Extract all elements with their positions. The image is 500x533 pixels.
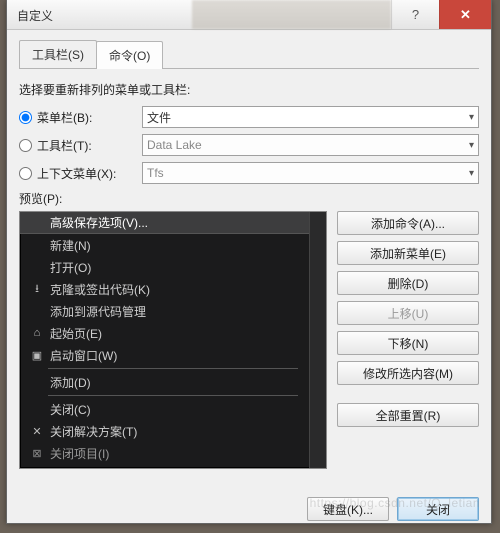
scrollbar[interactable] bbox=[309, 212, 326, 468]
titlebar: 自定义 ? ✕ bbox=[7, 0, 491, 30]
context-combo[interactable]: Tfs ▾ bbox=[142, 162, 479, 184]
chevron-down-icon: ▾ bbox=[469, 140, 474, 151]
titlebar-blur bbox=[192, 0, 391, 29]
list-item-label: 新建(N) bbox=[48, 237, 314, 254]
list-item[interactable]: ✕关闭解决方案(T) bbox=[20, 420, 326, 442]
xs-icon: ⊠ bbox=[26, 447, 48, 460]
preview-area: 高级保存选项(V)... 新建(N)▸打开(O)▸⭳克隆或签出代码(K)添加到源… bbox=[19, 211, 479, 469]
list-item[interactable]: ⊠关闭项目(I) bbox=[20, 442, 326, 464]
close-button[interactable]: 关闭 bbox=[397, 497, 479, 521]
list-item[interactable]: ⌂起始页(E) bbox=[20, 322, 326, 344]
tab-toolbars[interactable]: 工具栏(S) bbox=[19, 40, 97, 68]
list-item-label: 添加到源代码管理 bbox=[48, 303, 320, 320]
keyboard-button[interactable]: 键盘(K)... bbox=[307, 497, 389, 521]
list-item-label: 克隆或签出代码(K) bbox=[48, 281, 320, 298]
context-combo-value: Tfs bbox=[147, 166, 164, 180]
help-button[interactable]: ? bbox=[391, 0, 439, 29]
move-up-button[interactable]: 上移(U) bbox=[337, 301, 479, 325]
add-command-button[interactable]: 添加命令(A)... bbox=[337, 211, 479, 235]
footer: 键盘(K)... 关闭 bbox=[19, 479, 479, 521]
menubar-combo[interactable]: 文件 ▾ bbox=[142, 106, 479, 128]
home-icon: ⌂ bbox=[26, 327, 48, 339]
list-item[interactable]: 打开(O)▸ bbox=[20, 256, 326, 278]
x-icon: ✕ bbox=[26, 425, 48, 438]
preview-listbox[interactable]: 高级保存选项(V)... 新建(N)▸打开(O)▸⭳克隆或签出代码(K)添加到源… bbox=[19, 211, 327, 469]
list-divider bbox=[48, 395, 298, 396]
toolbar-label: 工具栏(T): bbox=[37, 137, 142, 154]
delete-button[interactable]: 删除(D) bbox=[337, 271, 479, 295]
list-item-label: 关闭解决方案(T) bbox=[48, 423, 320, 440]
list-item-selected[interactable]: 高级保存选项(V)... bbox=[20, 212, 326, 234]
modify-selection-button[interactable]: 修改所选内容(M) bbox=[337, 361, 479, 385]
tab-commands[interactable]: 命令(O) bbox=[96, 41, 163, 69]
close-window-button[interactable]: ✕ bbox=[439, 0, 491, 29]
list-item-label: 起始页(E) bbox=[48, 325, 320, 342]
list-item[interactable]: 添加(D)▸ bbox=[20, 371, 326, 393]
toolbar-combo[interactable]: Data Lake ▾ bbox=[142, 134, 479, 156]
list-divider bbox=[48, 368, 298, 369]
customize-dialog: 自定义 ? ✕ 工具栏(S) 命令(O) 选择要重新排列的菜单或工具栏: 菜单栏… bbox=[6, 0, 492, 524]
context-radio[interactable] bbox=[19, 167, 32, 180]
window-icon: ▣ bbox=[26, 349, 48, 362]
instruction-label: 选择要重新排列的菜单或工具栏: bbox=[19, 81, 479, 98]
list-item[interactable]: ▣启动窗口(W) bbox=[20, 344, 326, 366]
preview-label: 预览(P): bbox=[19, 190, 479, 207]
list-item-label: 启动窗口(W) bbox=[48, 347, 320, 364]
context-row: 上下文菜单(X): Tfs ▾ bbox=[19, 162, 479, 184]
list-item-label: 关闭项目(I) bbox=[48, 445, 320, 462]
add-menu-button[interactable]: 添加新菜单(E) bbox=[337, 241, 479, 265]
side-buttons: 添加命令(A)... 添加新菜单(E) 删除(D) 上移(U) 下移(N) 修改… bbox=[337, 211, 479, 427]
list-item-label: 打开(O) bbox=[48, 259, 314, 276]
list-item[interactable]: ⭳克隆或签出代码(K) bbox=[20, 278, 326, 300]
list-item-label: 高级保存选项(V)... bbox=[48, 214, 320, 231]
menubar-combo-value: 文件 bbox=[147, 109, 171, 126]
window-title: 自定义 bbox=[7, 0, 192, 29]
move-down-button[interactable]: 下移(N) bbox=[337, 331, 479, 355]
menubar-row: 菜单栏(B): 文件 ▾ bbox=[19, 106, 479, 128]
menubar-label: 菜单栏(B): bbox=[37, 109, 142, 126]
list-item-label: 关闭(C) bbox=[48, 401, 320, 418]
toolbar-radio[interactable] bbox=[19, 139, 32, 152]
menubar-radio[interactable] bbox=[19, 111, 32, 124]
toolbar-combo-value: Data Lake bbox=[147, 138, 202, 152]
chevron-down-icon: ▾ bbox=[469, 168, 474, 179]
list-item[interactable]: 关闭(C) bbox=[20, 398, 326, 420]
chevron-down-icon: ▾ bbox=[469, 112, 474, 123]
list-item[interactable]: 新建(N)▸ bbox=[20, 234, 326, 256]
context-label: 上下文菜单(X): bbox=[37, 165, 142, 182]
tabstrip: 工具栏(S) 命令(O) bbox=[19, 40, 479, 69]
list-item-label: 添加(D) bbox=[48, 374, 314, 391]
toolbar-row: 工具栏(T): Data Lake ▾ bbox=[19, 134, 479, 156]
reset-all-button[interactable]: 全部重置(R) bbox=[337, 403, 479, 427]
download-icon: ⭳ bbox=[26, 280, 48, 299]
dialog-body: 工具栏(S) 命令(O) 选择要重新排列的菜单或工具栏: 菜单栏(B): 文件 … bbox=[7, 30, 491, 533]
list-item[interactable]: 添加到源代码管理 bbox=[20, 300, 326, 322]
